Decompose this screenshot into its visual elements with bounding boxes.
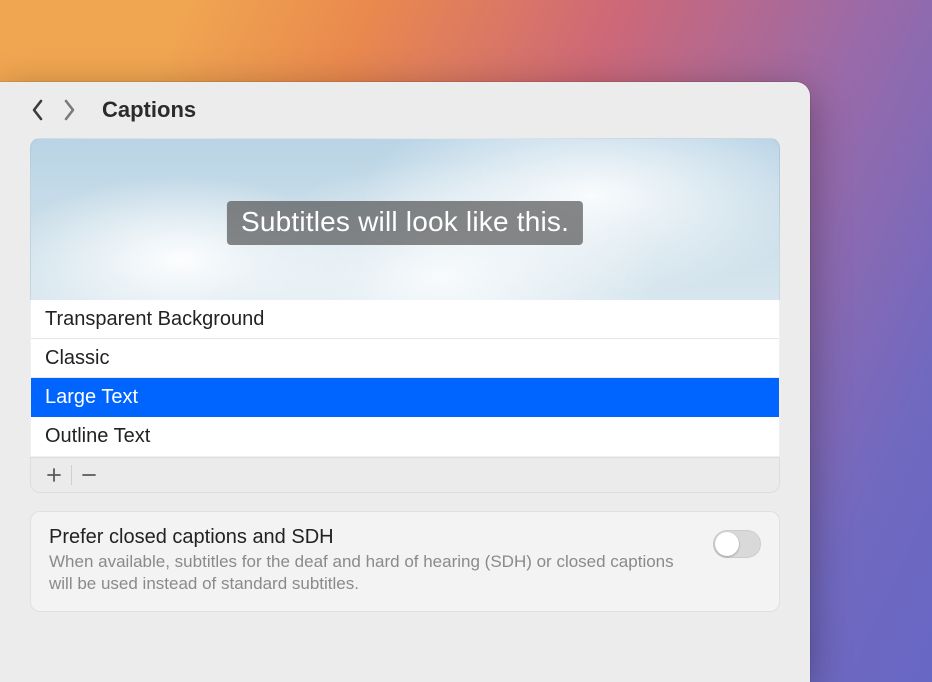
style-label: Large Text: [45, 386, 138, 409]
chevron-left-icon: [31, 99, 44, 121]
subtitle-sample: Subtitles will look like this.: [227, 201, 583, 245]
forward-button[interactable]: [60, 96, 78, 124]
back-button[interactable]: [28, 96, 46, 124]
style-row-classic[interactable]: Classic: [31, 339, 779, 378]
style-row-transparent-background[interactable]: Transparent Background: [31, 300, 779, 339]
toolbar-separator: [71, 465, 72, 485]
style-label: Classic: [45, 347, 109, 370]
chevron-right-icon: [63, 99, 76, 121]
content-area: Subtitles will look like this. Transpare…: [0, 138, 810, 612]
style-row-outline-text[interactable]: Outline Text: [31, 417, 779, 456]
prefer-sdh-toggle[interactable]: [713, 530, 761, 558]
toggle-knob: [715, 532, 739, 556]
titlebar: Captions: [0, 82, 810, 138]
style-label: Transparent Background: [45, 308, 264, 331]
subtitle-preview: Subtitles will look like this.: [30, 138, 780, 300]
prefer-sdh-section: Prefer closed captions and SDH When avai…: [30, 511, 780, 612]
add-style-button[interactable]: [39, 461, 69, 489]
style-row-large-text[interactable]: Large Text: [31, 378, 779, 417]
caption-style-list: Transparent Background Classic Large Tex…: [30, 300, 780, 457]
style-label: Outline Text: [45, 425, 150, 448]
remove-style-button[interactable]: [74, 461, 104, 489]
page-title: Captions: [102, 97, 196, 123]
minus-icon: [81, 467, 97, 483]
style-list-toolbar: [30, 457, 780, 493]
plus-icon: [46, 467, 62, 483]
settings-window: Captions Subtitles will look like this. …: [0, 82, 810, 682]
prefer-sdh-description: When available, subtitles for the deaf a…: [49, 551, 676, 595]
prefer-sdh-title: Prefer closed captions and SDH: [49, 526, 761, 549]
